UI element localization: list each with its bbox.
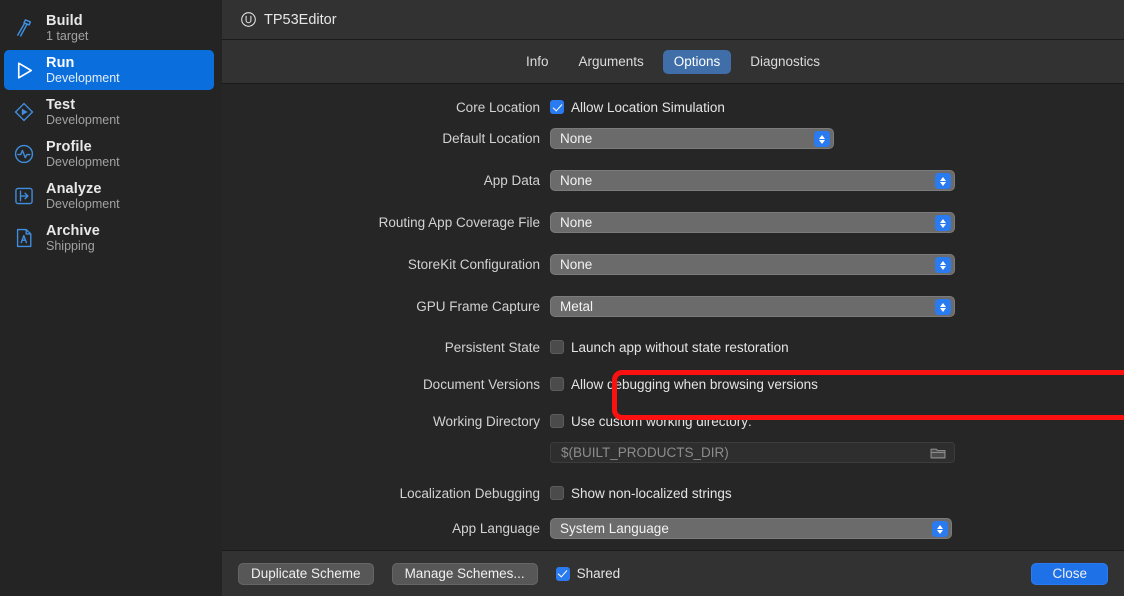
scheme-editor-window: Build 1 target Run Development Test Deve… <box>0 0 1124 596</box>
allow-location-simulation-label: Allow Location Simulation <box>571 99 725 115</box>
working-directory-path-input[interactable]: $(BUILT_PRODUCTS_DIR) <box>550 441 955 463</box>
use-custom-working-directory-label: Use custom working directory: <box>571 413 752 429</box>
test-diamond-icon <box>12 100 36 124</box>
shared-checkbox-group[interactable]: Shared <box>555 566 621 581</box>
chevron-updown-icon[interactable] <box>935 173 951 189</box>
label-gpu-frame-capture: GPU Frame Capture <box>416 298 540 314</box>
tab-info[interactable]: Info <box>515 50 560 74</box>
row-core-location: Core Location Allow Location Simulation <box>222 96 1124 118</box>
row-persistent-state: Persistent State Launch app without stat… <box>222 336 1124 358</box>
sidebar-item-subtitle: Development <box>46 113 120 128</box>
chevron-updown-icon[interactable] <box>935 299 951 315</box>
sidebar-item-archive[interactable]: Archive Shipping <box>4 218 214 258</box>
sidebar-item-analyze[interactable]: Analyze Development <box>4 176 214 216</box>
row-gpu-frame-capture: GPU Frame Capture Metal <box>222 295 1124 317</box>
row-working-directory: Working Directory Use custom working dir… <box>222 410 1124 432</box>
sidebar-item-subtitle: 1 target <box>46 29 89 44</box>
scheme-titlebar: TP53Editor <box>222 0 1124 40</box>
label-routing-app-coverage: Routing App Coverage File <box>378 214 540 230</box>
persistent-state-checkbox[interactable] <box>550 340 564 354</box>
profile-waveform-icon <box>12 142 36 166</box>
label-app-data: App Data <box>483 172 540 188</box>
app-data-select[interactable]: None <box>550 169 955 191</box>
tab-arguments[interactable]: Arguments <box>567 50 654 74</box>
sidebar-item-title: Archive <box>46 222 100 239</box>
label-storekit-configuration: StoreKit Configuration <box>407 256 540 272</box>
options-form: Core Location Allow Location Simulation … <box>222 84 1124 596</box>
document-versions-checkbox[interactable] <box>550 377 564 391</box>
shared-label: Shared <box>576 566 621 581</box>
chevron-updown-icon[interactable] <box>814 131 830 147</box>
page-title: TP53Editor <box>264 11 337 28</box>
show-non-localized-strings-checkbox[interactable] <box>550 486 564 500</box>
chevron-updown-icon[interactable] <box>935 257 951 273</box>
show-non-localized-strings-label: Show non-localized strings <box>571 485 732 501</box>
gpu-frame-capture-value: Metal <box>560 298 594 314</box>
allow-location-simulation-checkbox[interactable] <box>550 100 564 114</box>
unreal-engine-icon <box>240 11 257 28</box>
label-core-location: Core Location <box>455 99 540 115</box>
chevron-updown-icon[interactable] <box>935 215 951 231</box>
label-localization-debugging: Localization Debugging <box>399 485 540 501</box>
row-localization-debugging: Localization Debugging Show non-localize… <box>222 482 1124 504</box>
scheme-detail-panel: TP53Editor Info Arguments Options Diagno… <box>222 0 1124 596</box>
default-location-select[interactable]: None <box>550 127 834 149</box>
play-icon <box>12 58 36 82</box>
document-versions-checkbox-label: Allow debugging when browsing versions <box>571 376 818 392</box>
use-custom-working-directory-checkbox[interactable] <box>550 414 564 428</box>
sidebar-item-test[interactable]: Test Development <box>4 92 214 132</box>
working-directory-path-value: $(BUILT_PRODUCTS_DIR) <box>561 444 729 460</box>
row-app-language: App Language System Language <box>222 517 1124 539</box>
tab-bar: Info Arguments Options Diagnostics <box>222 40 1124 84</box>
sidebar-item-title: Build <box>46 12 83 29</box>
app-language-select[interactable]: System Language <box>550 517 952 539</box>
scheme-actions-sidebar: Build 1 target Run Development Test Deve… <box>0 0 222 596</box>
analyze-icon <box>12 184 36 208</box>
row-working-directory-path: $(BUILT_PRODUCTS_DIR) <box>222 441 1124 463</box>
tab-options[interactable]: Options <box>662 49 732 74</box>
sidebar-item-subtitle: Development <box>46 197 120 212</box>
tab-diagnostics[interactable]: Diagnostics <box>739 50 831 74</box>
persistent-state-checkbox-label: Launch app without state restoration <box>571 339 789 355</box>
label-working-directory: Working Directory <box>432 413 540 429</box>
shared-checkbox[interactable] <box>555 566 570 581</box>
sidebar-item-subtitle: Development <box>46 71 120 86</box>
manage-schemes-button[interactable]: Manage Schemes... <box>391 562 538 585</box>
sidebar-item-title: Run <box>46 54 75 71</box>
sidebar-item-title: Profile <box>46 138 92 155</box>
chevron-updown-icon[interactable] <box>932 521 948 537</box>
row-routing-app-coverage: Routing App Coverage File None <box>222 211 1124 233</box>
routing-app-coverage-value: None <box>560 214 593 230</box>
gpu-frame-capture-select[interactable]: Metal <box>550 295 955 317</box>
row-app-data: App Data None <box>222 169 1124 191</box>
row-storekit-configuration: StoreKit Configuration None <box>222 253 1124 275</box>
label-app-language: App Language <box>452 520 540 536</box>
label-document-versions: Document Versions <box>422 376 540 392</box>
app-language-value: System Language <box>560 520 669 536</box>
storekit-configuration-value: None <box>560 256 593 272</box>
label-default-location: Default Location <box>442 130 540 146</box>
row-document-versions: Document Versions Allow debugging when b… <box>222 373 1124 395</box>
sidebar-item-subtitle: Shipping <box>46 239 95 254</box>
archive-icon <box>12 226 36 250</box>
default-location-value: None <box>560 130 593 146</box>
sidebar-item-run[interactable]: Run Development <box>4 50 214 90</box>
sidebar-item-profile[interactable]: Profile Development <box>4 134 214 174</box>
hammer-icon <box>12 16 36 40</box>
storekit-configuration-select[interactable]: None <box>550 253 955 275</box>
routing-app-coverage-select[interactable]: None <box>550 211 955 233</box>
close-button[interactable]: Close <box>1031 562 1108 585</box>
folder-icon[interactable] <box>930 446 946 460</box>
app-data-value: None <box>560 172 593 188</box>
sidebar-item-title: Analyze <box>46 180 102 197</box>
duplicate-scheme-button[interactable]: Duplicate Scheme <box>238 562 374 585</box>
scheme-editor-bottom-bar: Duplicate Scheme Manage Schemes... Share… <box>222 550 1124 596</box>
sidebar-item-subtitle: Development <box>46 155 120 170</box>
label-persistent-state: Persistent State <box>444 339 540 355</box>
sidebar-item-build[interactable]: Build 1 target <box>4 8 214 48</box>
sidebar-item-title: Test <box>46 96 76 113</box>
row-default-location: Default Location None <box>222 127 1124 149</box>
